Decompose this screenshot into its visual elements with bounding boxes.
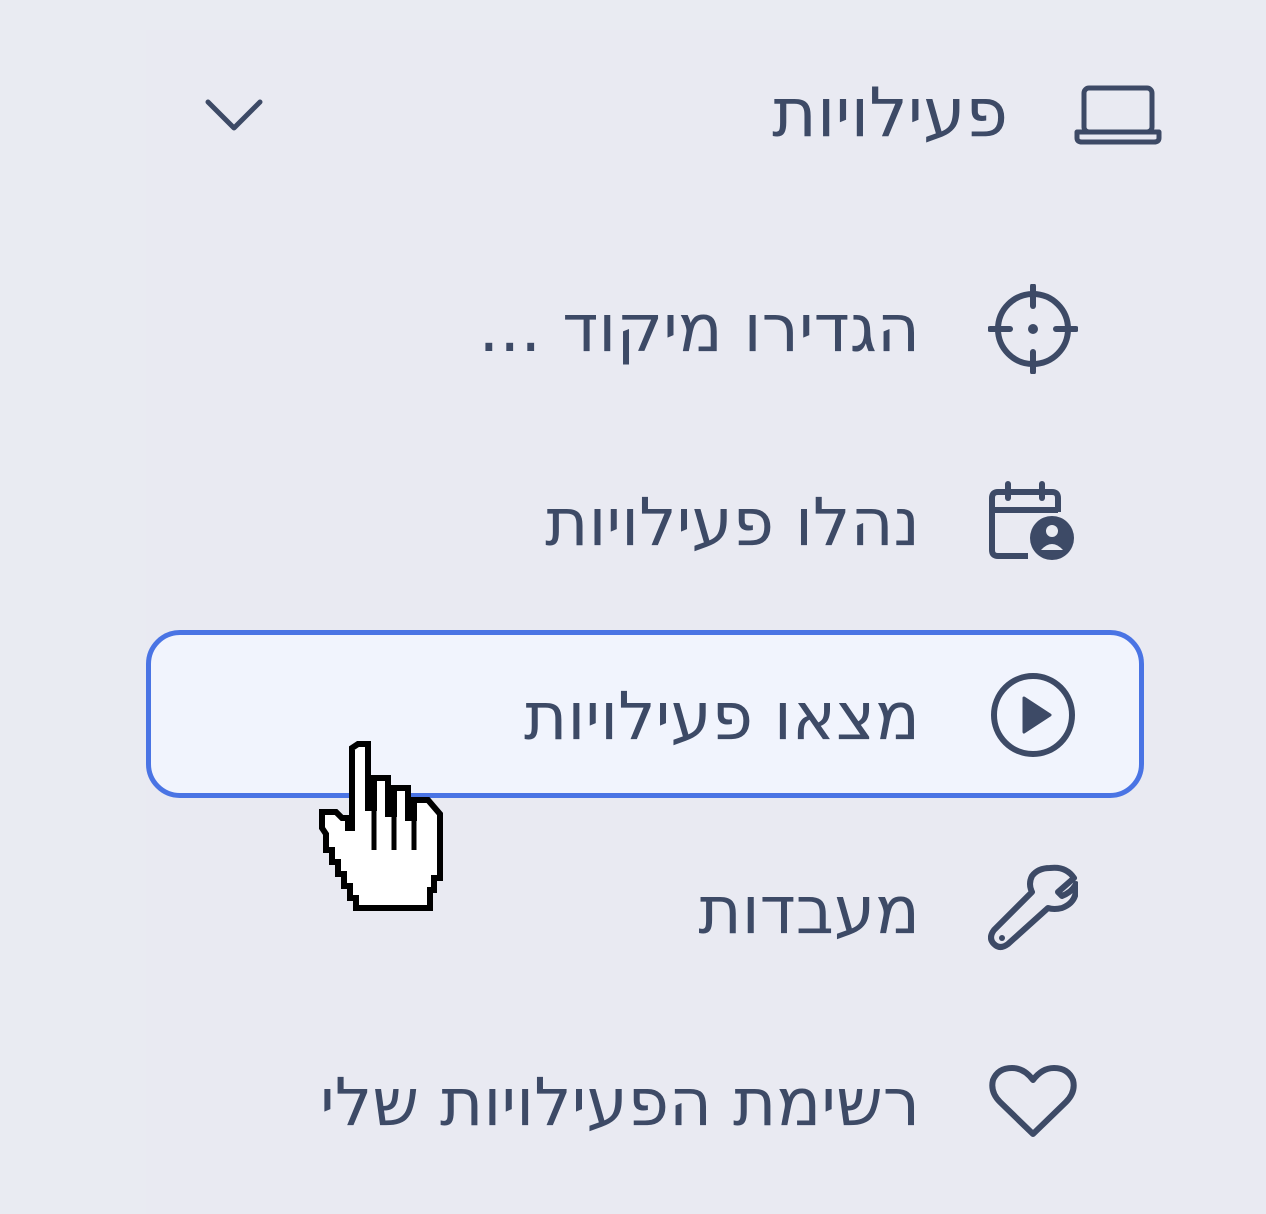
- activities-sidebar: [146, 30, 1266, 1214]
- calendar-user-icon: [988, 480, 1078, 562]
- menu-item-label: רשימת הפעילויות שלי: [320, 1064, 920, 1141]
- play-circle-icon: [988, 670, 1078, 760]
- wrench-icon: [988, 862, 1078, 952]
- pointer-hand-icon: [318, 738, 454, 914]
- menu-item-label: מעבדות: [698, 872, 920, 949]
- menu-item-label-selected: מצאו פעילויות: [524, 678, 920, 755]
- laptop-icon: [1074, 84, 1162, 146]
- crosshair-icon: [988, 284, 1078, 374]
- heart-icon: [988, 1064, 1078, 1140]
- chevron-down-icon[interactable]: [204, 96, 264, 136]
- menu-item-label: הגדירו מיקוד ...: [478, 290, 920, 367]
- section-title: פעילויות: [772, 74, 1008, 153]
- menu-item-label: נהלו פעילויות: [545, 484, 920, 561]
